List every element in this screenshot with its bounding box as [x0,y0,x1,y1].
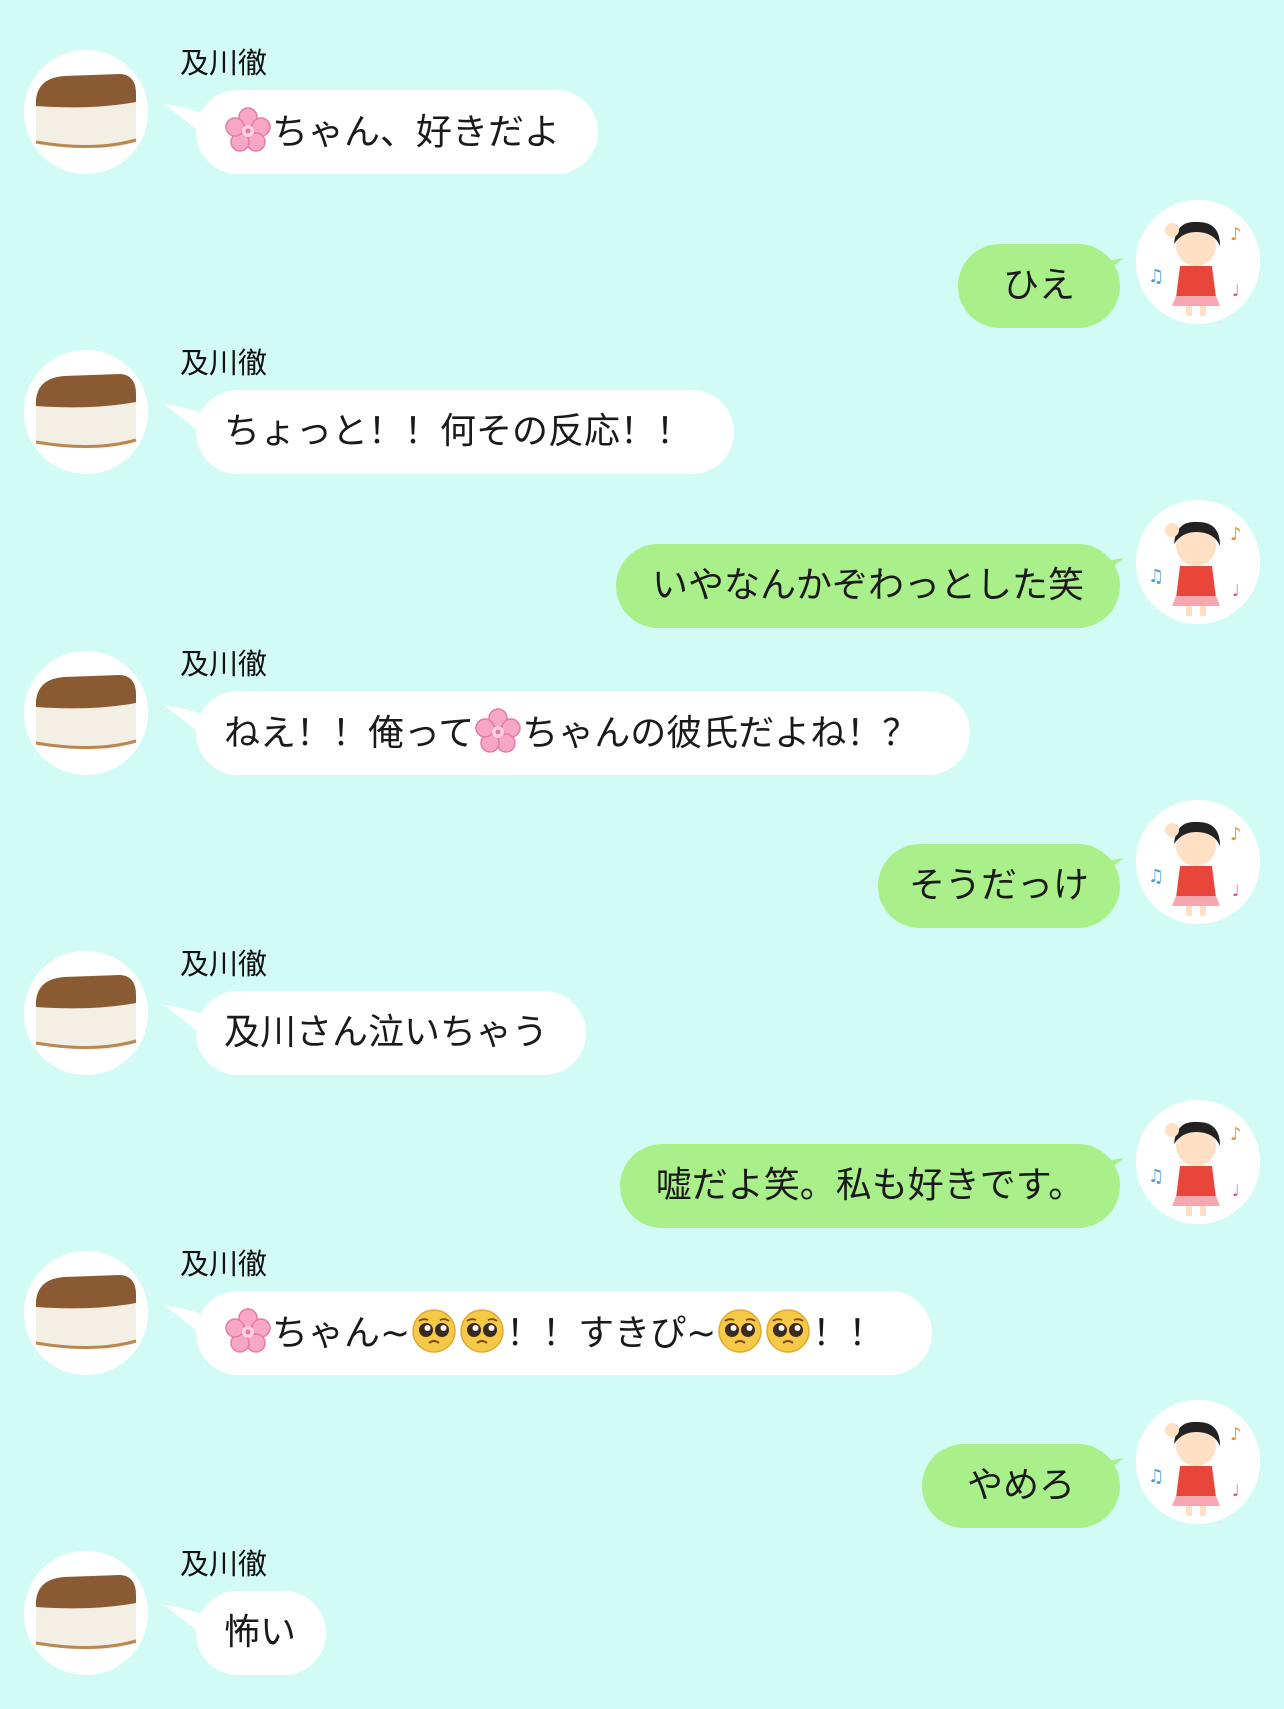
message-bubble[interactable]: やめろ [922,1444,1120,1528]
message-bubble[interactable]: ねえ！！俺って ちゃんの彼氏だよね！？ [196,691,970,775]
message-bubble[interactable]: いやなんかぞわっとした笑 [616,544,1120,628]
message-row-incoming: 及川徹 及川さん泣いちゃう [0,947,1284,1079]
contact-avatar[interactable] [24,350,148,474]
message-bubble[interactable]: ちょっと！！何その反応！！ [196,390,734,474]
svg-text:♪: ♪ [1230,824,1242,845]
sender-name: 及川徹 [180,1247,268,1281]
self-avatar[interactable]: ♪ ♫ ♩ [1136,1100,1260,1224]
svg-text:♪: ♪ [1230,524,1242,545]
message-text: ちゃん、好きだよ [272,112,561,153]
self-avatar[interactable]: ♪ ♫ ♩ [1136,800,1260,924]
message-bubble[interactable]: 嘘だよ笑。私も好きです。 [620,1144,1120,1228]
svg-text:♩: ♩ [1232,1181,1240,1200]
message-bubble[interactable]: ちゃん~ ！！すきぴ~ ！！ [196,1291,932,1375]
sender-name: 及川徹 [180,947,268,981]
message-bubble[interactable]: そうだっけ [878,844,1120,928]
message-row-outgoing: ♪ ♫ ♩ ひえ [0,200,1284,332]
dancing-girl-icon: ♪ ♫ ♩ [1136,1100,1260,1224]
message-row-outgoing: ♪ ♫ ♩ いやなんかぞわっとした笑 [0,500,1284,632]
bread-loaf-icon [24,350,148,474]
self-avatar[interactable]: ♪ ♫ ♩ [1136,200,1260,324]
svg-text:♪: ♪ [1230,1124,1242,1145]
pleading-face-icon [764,1307,812,1355]
message-bubble[interactable]: 及川さん泣いちゃう [196,991,586,1075]
message-text: ちゃん~ [272,1313,411,1354]
svg-text:♫: ♫ [1148,566,1164,587]
contact-avatar[interactable] [24,951,148,1075]
contact-avatar[interactable] [24,1251,148,1375]
message-text: ちゃんの彼氏だよね！？ [522,713,919,754]
pleading-face-icon [716,1307,764,1355]
self-avatar[interactable]: ♪ ♫ ♩ [1136,500,1260,624]
dancing-girl-icon: ♪ ♫ ♩ [1136,200,1260,324]
cherry-blossom-icon [224,106,272,154]
svg-text:♩: ♩ [1232,1481,1240,1500]
message-bubble[interactable]: ひえ [958,244,1120,328]
svg-text:♫: ♫ [1148,866,1164,887]
message-row-incoming: 及川徹 怖い [0,1547,1284,1679]
bread-loaf-icon [24,50,148,174]
message-row-outgoing: ♪ ♫ ♩ そうだっけ [0,800,1284,932]
svg-text:♫: ♫ [1148,1166,1164,1187]
message-text: ！！すきぴ~ [506,1313,717,1354]
pleading-face-icon [458,1307,506,1355]
message-row-incoming: 及川徹 ねえ！！俺って ちゃんの彼氏だよね！？ [0,647,1284,779]
message-row-incoming: 及川徹 ちゃん~ ！！すきぴ~ ！！ [0,1247,1284,1379]
cherry-blossom-icon [474,707,522,755]
dancing-girl-icon: ♪ ♫ ♩ [1136,500,1260,624]
chat-thread[interactable]: 及川徹 ちゃん、好きだよ ♪ ♫ ♩ ひえ 及川徹 ちょっと！！何その反応！！ … [0,0,1284,1709]
svg-text:♫: ♫ [1148,1466,1164,1487]
svg-text:♪: ♪ [1230,1424,1242,1445]
message-row-incoming: 及川徹 ちょっと！！何その反応！！ [0,346,1284,478]
self-avatar[interactable]: ♪ ♫ ♩ [1136,1400,1260,1524]
sender-name: 及川徹 [180,1547,268,1581]
bread-loaf-icon [24,1551,148,1675]
message-row-incoming: 及川徹 ちゃん、好きだよ [0,46,1284,178]
bread-loaf-icon [24,951,148,1075]
dancing-girl-icon: ♪ ♫ ♩ [1136,800,1260,924]
cherry-blossom-icon [224,1307,272,1355]
svg-text:♫: ♫ [1148,266,1164,287]
sender-name: 及川徹 [180,647,268,681]
message-bubble[interactable]: ちゃん、好きだよ [196,90,598,174]
svg-text:♩: ♩ [1232,881,1240,900]
message-bubble[interactable]: 怖い [196,1591,326,1675]
svg-text:♩: ♩ [1232,281,1240,300]
pleading-face-icon [410,1307,458,1355]
contact-avatar[interactable] [24,651,148,775]
dancing-girl-icon: ♪ ♫ ♩ [1136,1400,1260,1524]
message-row-outgoing: ♪ ♫ ♩ やめろ [0,1400,1284,1532]
sender-name: 及川徹 [180,346,268,380]
message-text: ！！ [812,1313,885,1354]
bread-loaf-icon [24,651,148,775]
bread-loaf-icon [24,1251,148,1375]
message-text: ねえ！！俺って [224,713,475,754]
svg-text:♩: ♩ [1232,581,1240,600]
message-row-outgoing: ♪ ♫ ♩ 嘘だよ笑。私も好きです。 [0,1100,1284,1232]
contact-avatar[interactable] [24,1551,148,1675]
contact-avatar[interactable] [24,50,148,174]
sender-name: 及川徹 [180,46,268,80]
svg-text:♪: ♪ [1230,224,1242,245]
